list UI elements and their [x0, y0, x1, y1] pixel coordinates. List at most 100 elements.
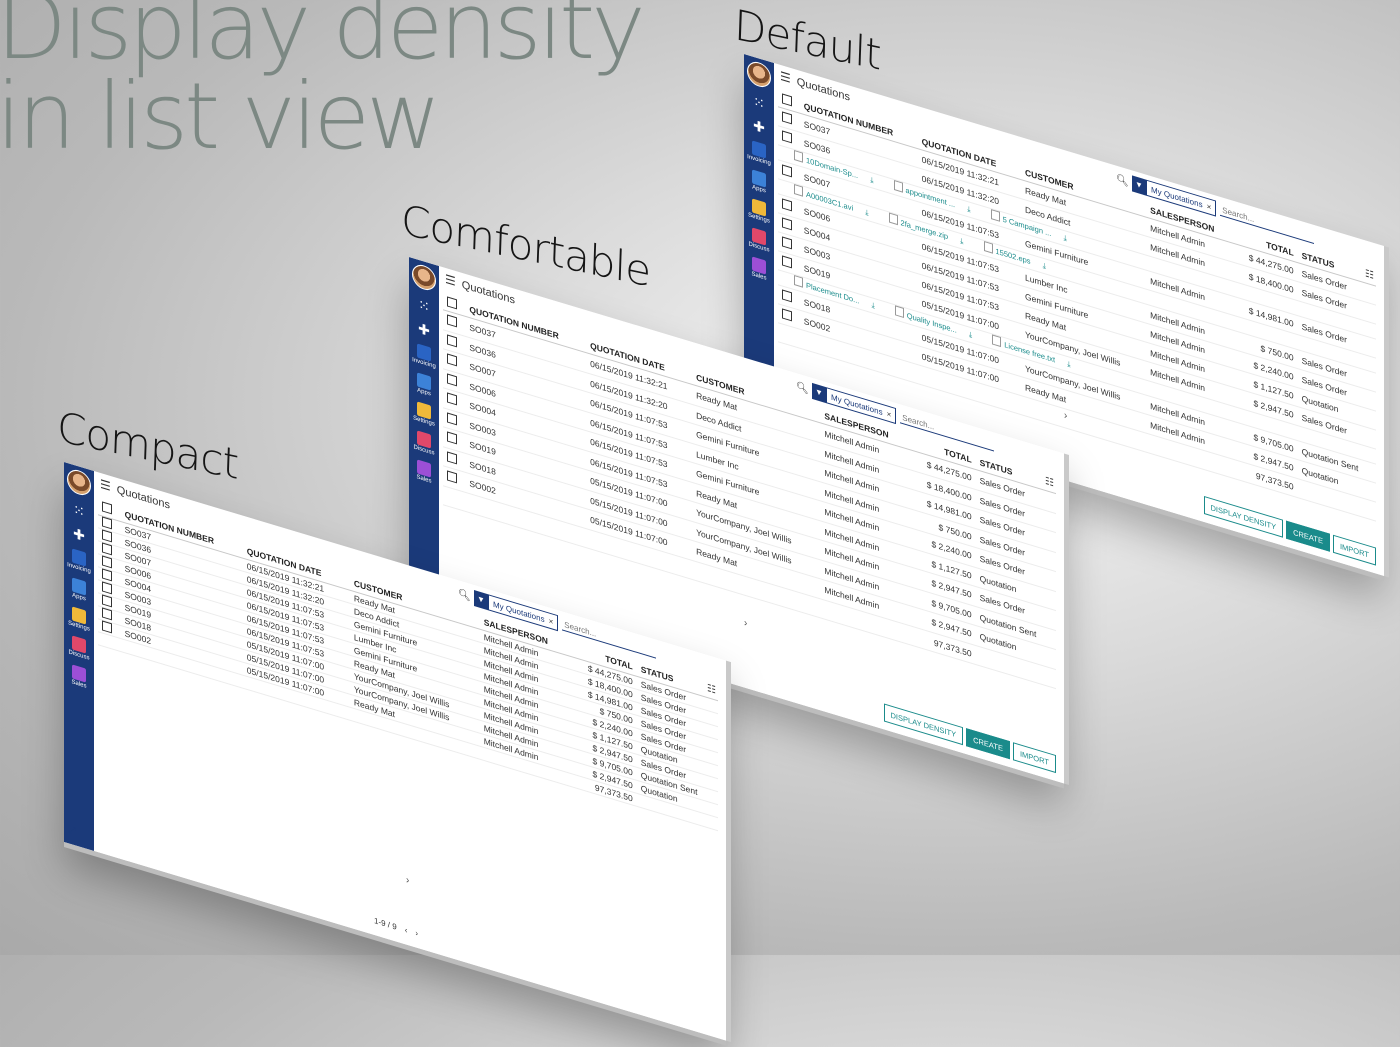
sidebar-app-discuss[interactable]: Discuss	[67, 634, 91, 662]
create-button[interactable]: CREATE	[1286, 520, 1330, 552]
close-icon[interactable]: ×	[549, 616, 554, 626]
sidebar-app-settings[interactable]: Settings	[67, 605, 91, 633]
display-density-button[interactable]: DISPLAY DENSITY	[883, 703, 964, 746]
display-density-button[interactable]: DISPLAY DENSITY	[1203, 495, 1284, 538]
row-checkbox[interactable]	[782, 164, 792, 178]
row-checkbox[interactable]	[782, 130, 792, 144]
screen-edge	[1384, 246, 1389, 578]
download-icon[interactable]: ⤓	[1043, 261, 1046, 271]
file-icon	[893, 179, 903, 193]
row-checkbox[interactable]	[447, 431, 457, 445]
file-icon	[794, 184, 803, 197]
avatar[interactable]	[747, 58, 771, 91]
pager-value: 1-9 / 9	[374, 916, 397, 932]
sidebar-app-discuss[interactable]: Discuss	[747, 226, 771, 254]
avatar[interactable]	[67, 466, 91, 499]
sidebar-app-sales[interactable]: Sales	[747, 255, 771, 283]
download-icon[interactable]: ⤓	[960, 236, 963, 246]
select-all-checkbox[interactable]	[782, 93, 792, 107]
chevron-right-icon[interactable]: ›	[1064, 410, 1067, 422]
avatar[interactable]	[412, 261, 436, 294]
sidebar-app-settings[interactable]: Settings	[747, 197, 771, 225]
filter-icon: ▼	[474, 590, 488, 611]
row-checkbox[interactable]	[782, 308, 792, 322]
row-checkbox[interactable]	[782, 217, 792, 231]
search-options-icon[interactable]: 🔍︎	[796, 381, 812, 397]
download-icon[interactable]: ⤓	[1067, 359, 1070, 369]
sidebar-app-invoicing[interactable]: Invoicing	[67, 547, 91, 575]
file-icon	[992, 334, 1002, 348]
download-icon[interactable]: ⤓	[969, 329, 972, 339]
pager-next-icon[interactable]: ›	[415, 928, 418, 938]
row-checkbox[interactable]	[102, 555, 112, 569]
row-checkbox[interactable]	[447, 412, 457, 426]
select-all-checkbox[interactable]	[447, 296, 457, 310]
import-button[interactable]: IMPORT	[1332, 534, 1376, 566]
search-options-icon[interactable]: 🔍︎	[458, 588, 474, 604]
search-options-icon[interactable]: 🔍︎	[1116, 173, 1132, 189]
filter-icon: ▼	[1132, 175, 1146, 196]
pager: 1-9 / 9 ‹ ›	[374, 916, 426, 941]
download-icon[interactable]: ⤓	[865, 207, 868, 217]
row-checkbox[interactable]	[782, 236, 792, 250]
row-checkbox[interactable]	[782, 289, 792, 303]
row-checkbox[interactable]	[102, 581, 112, 595]
chevron-right-icon[interactable]: ›	[406, 875, 409, 887]
sidebar-app-invoicing[interactable]: Invoicing	[747, 139, 771, 167]
row-checkbox[interactable]	[782, 111, 792, 125]
row-checkbox[interactable]	[447, 314, 457, 328]
sidebar-app-invoicing[interactable]: Invoicing	[412, 342, 436, 370]
sidebar-app-sales[interactable]: Sales	[412, 458, 436, 486]
headline: Display density in list view	[0, 0, 646, 170]
app-sidebar: ⁙ ✚ Invoicing Apps Settings Discuss Sales	[409, 257, 439, 596]
grid-icon[interactable]: ⁙	[751, 92, 767, 113]
sidebar-app-apps[interactable]: Apps	[412, 371, 436, 399]
menu-icon[interactable]: ☰	[100, 477, 111, 494]
close-icon[interactable]: ×	[887, 409, 892, 419]
row-checkbox[interactable]	[447, 373, 457, 387]
row-checkbox[interactable]	[782, 255, 792, 269]
row-checkbox[interactable]	[447, 334, 457, 348]
file-icon	[794, 150, 803, 163]
download-icon[interactable]: ⤓	[870, 175, 873, 185]
file-icon	[794, 275, 803, 288]
file-icon	[983, 240, 993, 254]
import-button[interactable]: IMPORT	[1012, 742, 1056, 774]
sidebar-app-sales[interactable]: Sales	[67, 663, 91, 691]
download-icon[interactable]: ⤓	[967, 204, 970, 214]
menu-icon[interactable]: ☰	[780, 69, 791, 86]
row-checkbox[interactable]	[102, 568, 112, 582]
file-icon	[894, 305, 904, 318]
chevron-right-icon[interactable]: ›	[744, 618, 747, 630]
grid-icon[interactable]: ⁙	[71, 500, 87, 521]
row-checkbox[interactable]	[447, 451, 457, 465]
pager-previous-icon[interactable]: ‹	[405, 925, 408, 935]
row-checkbox[interactable]	[102, 516, 112, 530]
row-checkbox[interactable]	[102, 620, 112, 634]
sidebar-app-apps[interactable]: Apps	[67, 576, 91, 604]
row-checkbox[interactable]	[102, 542, 112, 556]
create-button[interactable]: CREATE	[966, 728, 1010, 760]
screen-edge	[1064, 453, 1069, 785]
screen-edge	[726, 660, 731, 1043]
row-checkbox[interactable]	[447, 353, 457, 367]
menu-icon[interactable]: ☰	[445, 272, 456, 289]
download-icon[interactable]: ⤓	[871, 300, 874, 310]
app-sidebar: ⁙ ✚ Invoicing Apps Settings Discuss Sales	[64, 462, 94, 851]
row-checkbox[interactable]	[782, 198, 792, 212]
sidebar-app-apps[interactable]: Apps	[747, 168, 771, 196]
row-checkbox[interactable]	[447, 470, 457, 484]
select-all-checkbox[interactable]	[102, 501, 112, 515]
app-sidebar: ⁙ ✚ Invoicing Apps Settings Discuss Sales	[744, 54, 774, 393]
row-checkbox[interactable]	[102, 594, 112, 608]
grid-icon[interactable]: ⁙	[416, 295, 432, 316]
expand-icon[interactable]: ⤢	[68, 824, 76, 837]
row-checkbox[interactable]	[447, 392, 457, 406]
filter-icon: ▼	[812, 382, 826, 404]
close-icon[interactable]: ×	[1207, 202, 1212, 212]
row-checkbox[interactable]	[102, 607, 112, 621]
row-checkbox[interactable]	[102, 529, 112, 543]
sidebar-app-settings[interactable]: Settings	[412, 400, 436, 428]
download-icon[interactable]: ⤓	[1063, 233, 1066, 243]
sidebar-app-discuss[interactable]: Discuss	[412, 429, 436, 457]
